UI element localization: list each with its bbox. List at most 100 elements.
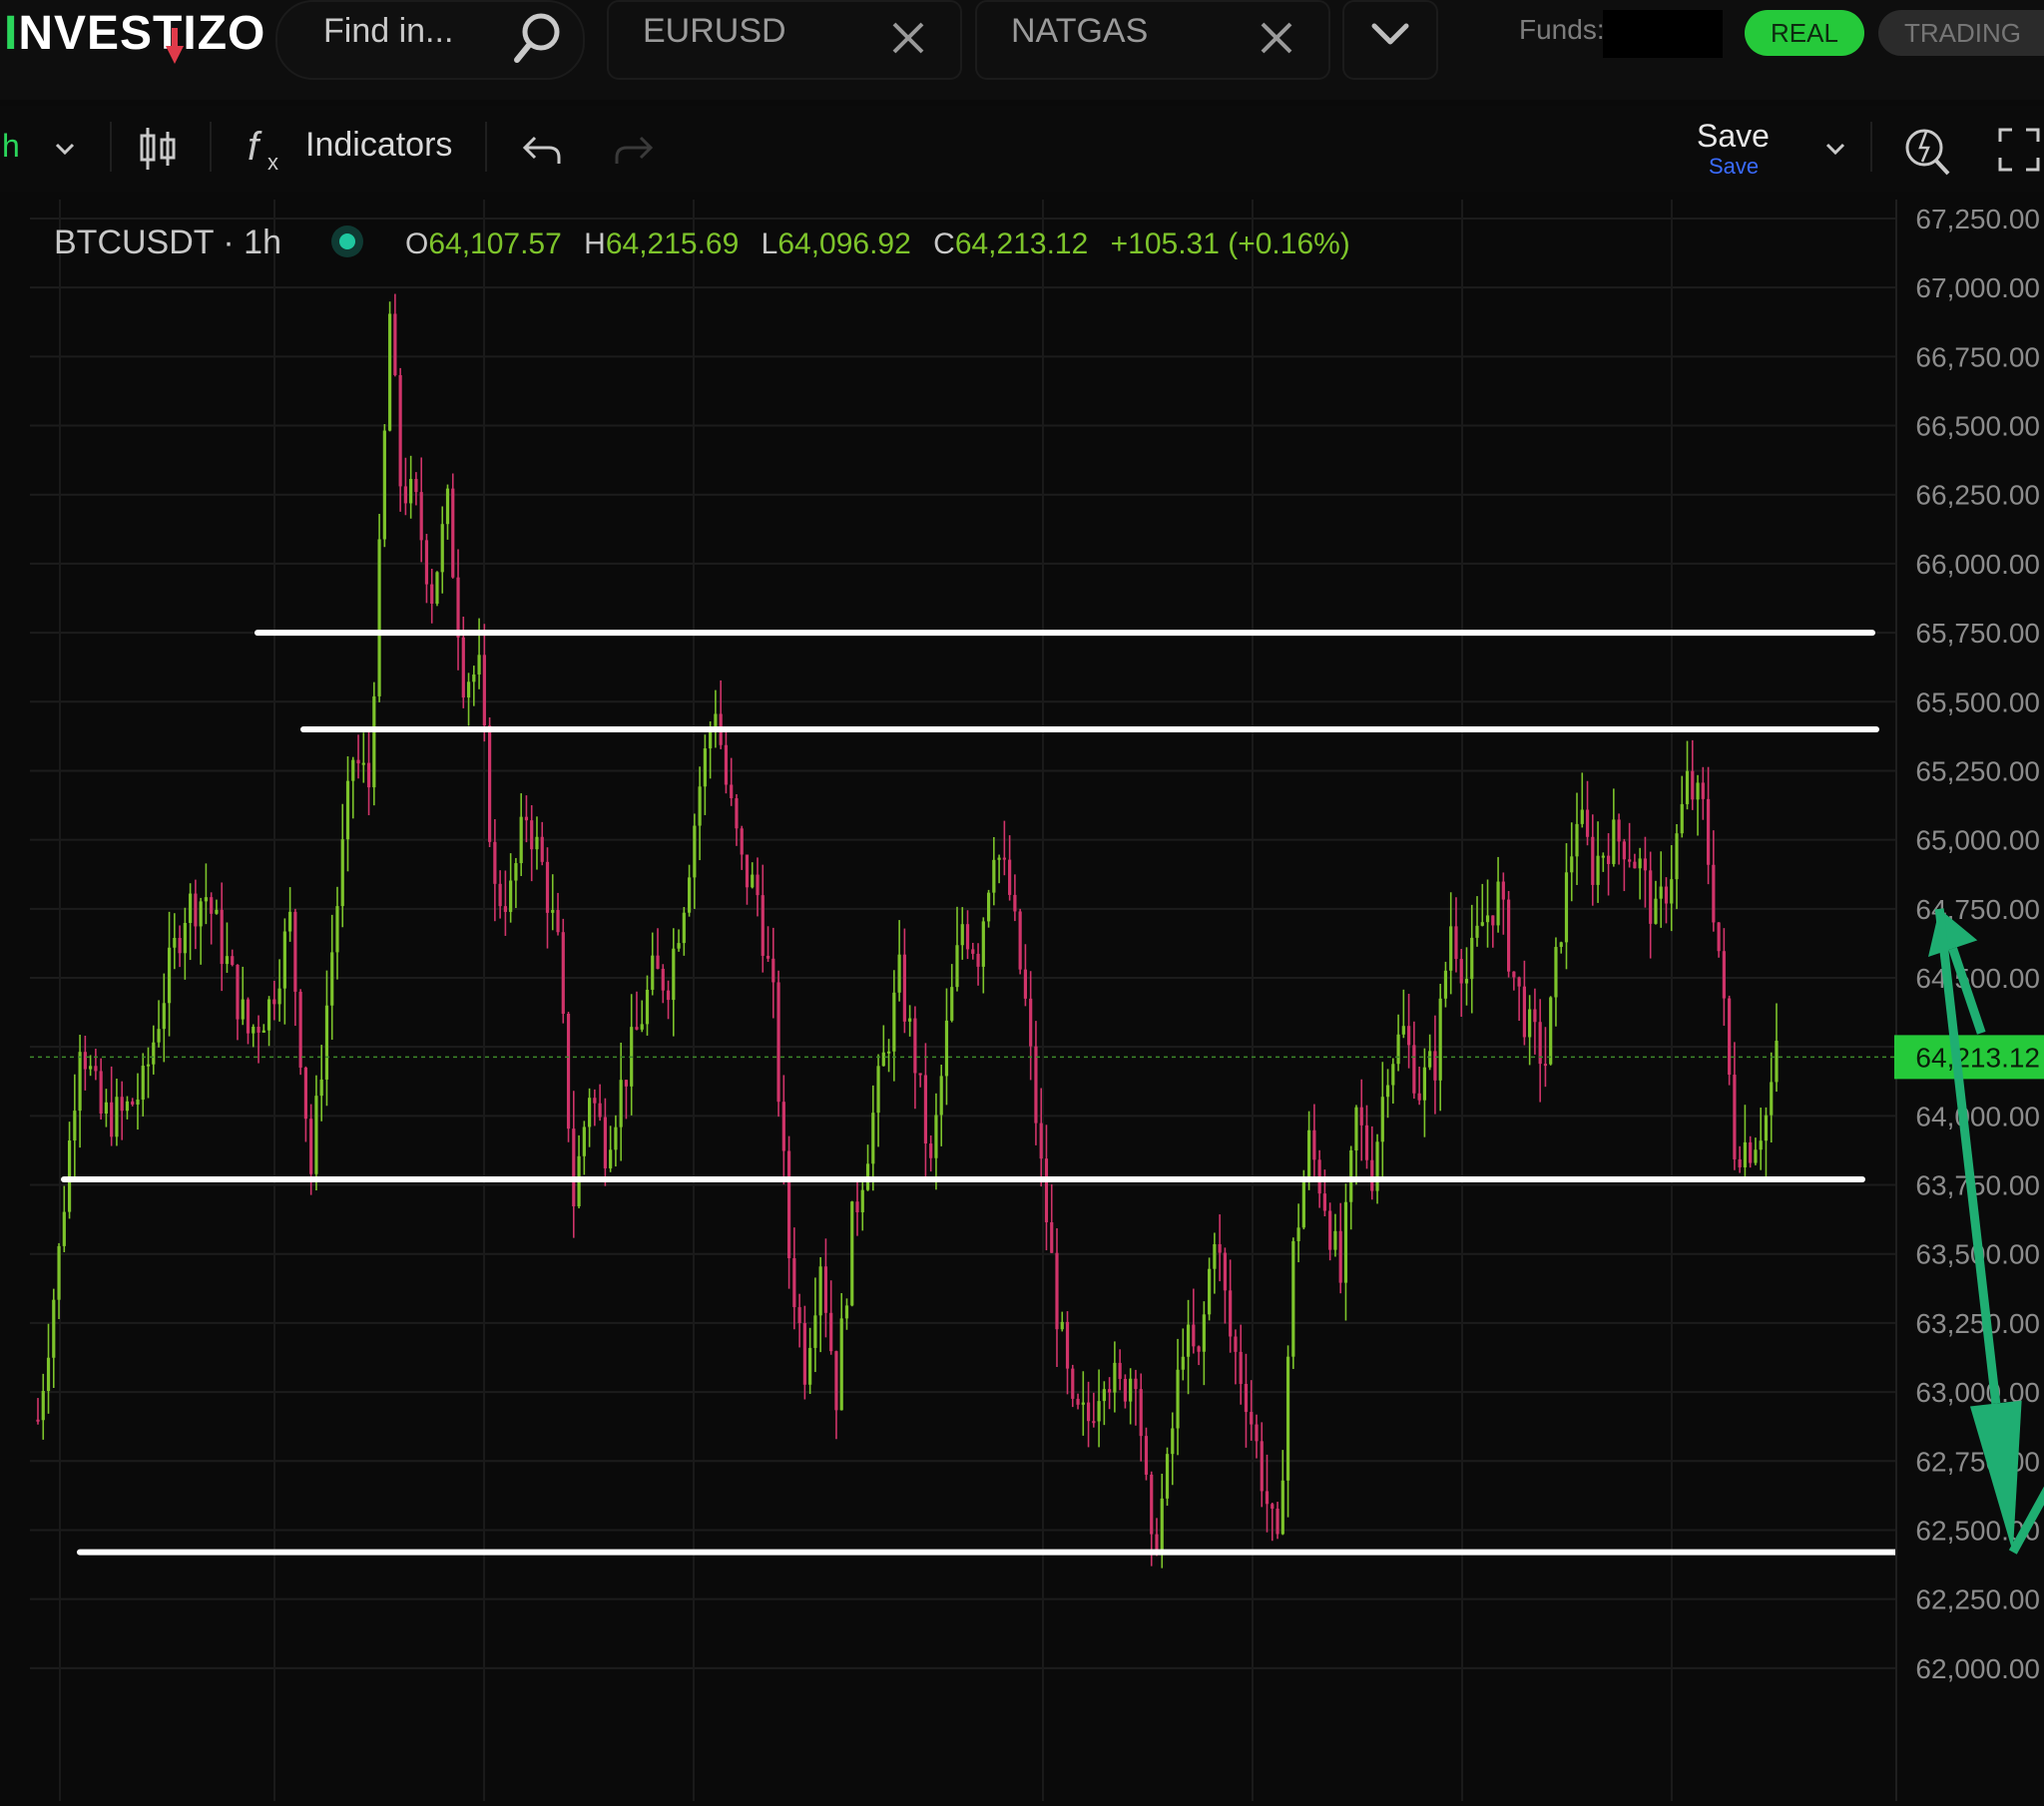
candle-body [1664, 886, 1669, 904]
candle-body [1244, 1383, 1249, 1413]
low-label: L [762, 227, 778, 260]
candle-body [1155, 1534, 1159, 1552]
indicators-button[interactable]: Indicators [305, 126, 452, 165]
candle-body [514, 863, 518, 881]
candle-body [1328, 1210, 1332, 1250]
chevron-down-icon[interactable] [50, 134, 80, 164]
candle-body [141, 1066, 145, 1100]
candle-body [256, 1027, 260, 1033]
candles-icon[interactable] [136, 124, 180, 174]
candle-body [1097, 1401, 1101, 1422]
app-logo[interactable]: INVESTIZO [4, 6, 265, 64]
candle-body [986, 892, 991, 922]
trading-mode-button[interactable]: TRADING [1878, 10, 2044, 56]
more-tabs-button[interactable] [1342, 0, 1438, 80]
candle-body [1234, 1336, 1238, 1352]
price-chart[interactable]: 67,250.00 67,000.00 66,750.00 66,500.00 66,2… [0, 200, 2044, 1801]
candle-body [1591, 836, 1595, 885]
price-tick-label: 64,750.00 [1915, 894, 2040, 925]
candle-body [277, 988, 281, 1005]
candle-body [99, 1071, 103, 1115]
candle-body [1517, 977, 1521, 987]
candle-body [1670, 879, 1674, 904]
candle-body [189, 893, 193, 924]
candle-body [1407, 1026, 1411, 1046]
candle-body [1464, 979, 1469, 984]
candle-body [167, 947, 172, 1004]
candle-body [786, 1150, 791, 1259]
candle [388, 301, 392, 432]
candle-body [614, 1127, 618, 1150]
candle-body [1580, 809, 1584, 824]
candle-body [1076, 1398, 1080, 1405]
price-tick-label: 65,500.00 [1915, 686, 2040, 717]
candle-body [1559, 942, 1563, 948]
candle-body [1013, 894, 1017, 912]
fullscreen-icon[interactable] [1996, 126, 2042, 174]
chart-background [0, 200, 2044, 1801]
candle-body [1743, 1141, 1748, 1167]
candle-body [698, 786, 702, 826]
candle-body [183, 923, 187, 954]
candle-body [1449, 926, 1453, 971]
instrument-tab-eurusd[interactable]: EURUSD [607, 0, 962, 80]
candle-body [1480, 922, 1484, 926]
price-tick-label: 62,250.00 [1915, 1584, 2040, 1615]
candle-body [1102, 1389, 1106, 1402]
candle-body [1265, 1491, 1270, 1505]
function-icon[interactable]: f x [246, 122, 289, 176]
candle-body [1396, 1034, 1400, 1065]
candle-body [1171, 1428, 1175, 1455]
candle-body [282, 931, 286, 989]
instrument-tab-natgas[interactable]: NATGAS [975, 0, 1330, 80]
candle-body [309, 1119, 313, 1174]
candle-body [1255, 1424, 1259, 1442]
candle-body [1349, 1150, 1353, 1202]
candle-body [377, 539, 381, 696]
candle-body [157, 1029, 161, 1043]
close-icon[interactable] [886, 16, 930, 60]
candle-body [651, 955, 655, 990]
top-bar: INVESTIZO Find in... EURUSD NATGAS Funds… [0, 0, 2044, 100]
last-price-label: 64,213.12 [1915, 1042, 2040, 1073]
quick-search-icon[interactable] [1900, 120, 1956, 180]
candle-body [356, 759, 360, 764]
candle-body [78, 1052, 82, 1112]
candle-body [781, 1102, 785, 1151]
candle [1291, 1237, 1295, 1369]
candle [1165, 1447, 1170, 1507]
candle [1728, 995, 1732, 1086]
candle-body [923, 1075, 928, 1144]
candle-body [1134, 1378, 1138, 1390]
candle-body [1770, 1082, 1774, 1116]
candle-body [1512, 971, 1516, 978]
candle-body [1401, 1026, 1405, 1035]
candle-body [524, 816, 529, 821]
save-button[interactable]: Save [1697, 118, 1770, 155]
candle-body [303, 1067, 308, 1120]
undo-icon[interactable] [521, 130, 565, 170]
candle-body [1528, 1009, 1532, 1038]
candle-body [829, 1312, 833, 1352]
chart-canvas[interactable]: 67,250.00 67,000.00 66,750.00 66,500.00 66,2… [0, 200, 2044, 1801]
candle-body [1749, 1141, 1753, 1163]
search-box[interactable]: Find in... [275, 0, 585, 80]
search-icon[interactable] [509, 8, 569, 68]
real-mode-button[interactable]: REAL [1745, 10, 1864, 56]
candle-body [293, 911, 297, 992]
timeframe-selector[interactable]: h [2, 128, 20, 165]
chevron-down-icon[interactable] [1820, 134, 1850, 164]
candle-body [687, 877, 692, 913]
candle-body [498, 883, 502, 907]
candle-body [971, 949, 975, 954]
candle-body [83, 1052, 87, 1070]
candle-body [897, 954, 901, 993]
candle-body [403, 486, 407, 504]
candle-body [1181, 1356, 1185, 1370]
candle-body [314, 1096, 318, 1174]
candle-body [509, 880, 513, 912]
close-icon[interactable] [1255, 16, 1298, 60]
candle-body [976, 953, 980, 967]
price-tick-label: 64,000.00 [1915, 1101, 2040, 1131]
redo-icon[interactable] [611, 130, 655, 170]
